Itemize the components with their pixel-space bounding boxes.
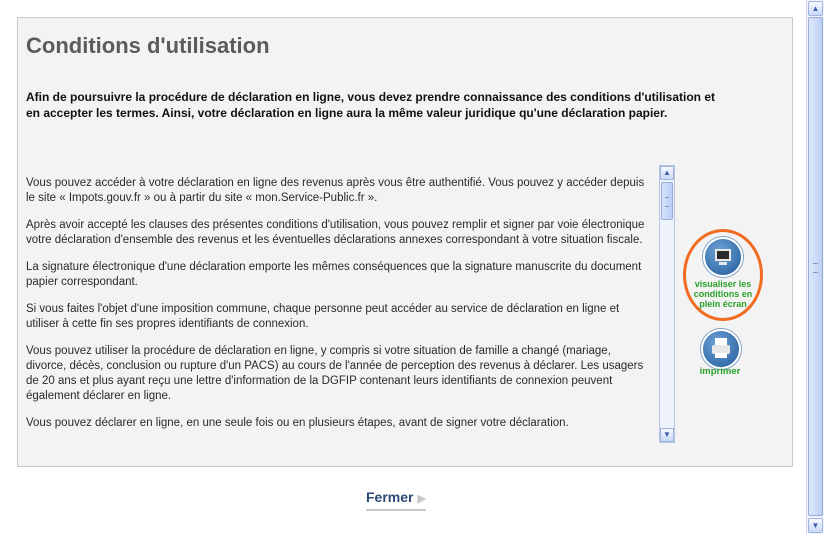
window-scroll-thumb[interactable]: [808, 17, 823, 516]
conditions-paragraph: Après avoir accepté les clauses des prés…: [26, 219, 645, 246]
scroll-thumb[interactable]: [661, 182, 673, 220]
arrow-right-icon: ▶: [417, 493, 426, 505]
scroll-up-button[interactable]: ▲: [660, 166, 674, 180]
window-scroll-down-button[interactable]: ▼: [808, 518, 823, 533]
conditions-paragraph: Vous pouvez accéder à votre déclaration …: [26, 177, 645, 204]
conditions-page: Conditions d'utilisation Afin de poursui…: [0, 0, 806, 534]
print-label: imprimer: [699, 366, 741, 377]
intro-text: Afin de poursuivre la procédure de décla…: [26, 90, 716, 120]
window-scroll-up-button[interactable]: ▲: [808, 1, 823, 16]
conditions-paragraph: Si vous faites l'objet d'une imposition …: [26, 303, 620, 330]
conditions-paragraph: La signature électronique d'une déclarat…: [26, 261, 642, 288]
conditions-text-box[interactable]: Vous pouvez accéder à votre déclaration …: [25, 166, 675, 444]
page-title: Conditions d'utilisation: [26, 33, 270, 58]
monitor-icon: [703, 237, 743, 277]
printer-icon: [701, 329, 741, 369]
fullscreen-button[interactable]: visualiser les conditions en plein écran: [683, 229, 763, 321]
scroll-down-button[interactable]: ▼: [660, 428, 674, 442]
conditions-paragraph: Vous pouvez déclarer en ligne, en une se…: [26, 417, 569, 429]
close-button[interactable]: Fermer ▶: [366, 489, 426, 511]
window-scrollbar[interactable]: ▲ ▼: [806, 0, 824, 534]
close-label: Fermer: [366, 489, 414, 505]
conditions-scrollbar[interactable]: ▲ ▼: [659, 165, 675, 443]
conditions-paragraph: Vous pouvez utiliser la procédure de déc…: [26, 345, 644, 402]
fullscreen-label: visualiser les conditions en plein écran: [693, 279, 753, 309]
print-button[interactable]: imprimer: [692, 327, 748, 381]
